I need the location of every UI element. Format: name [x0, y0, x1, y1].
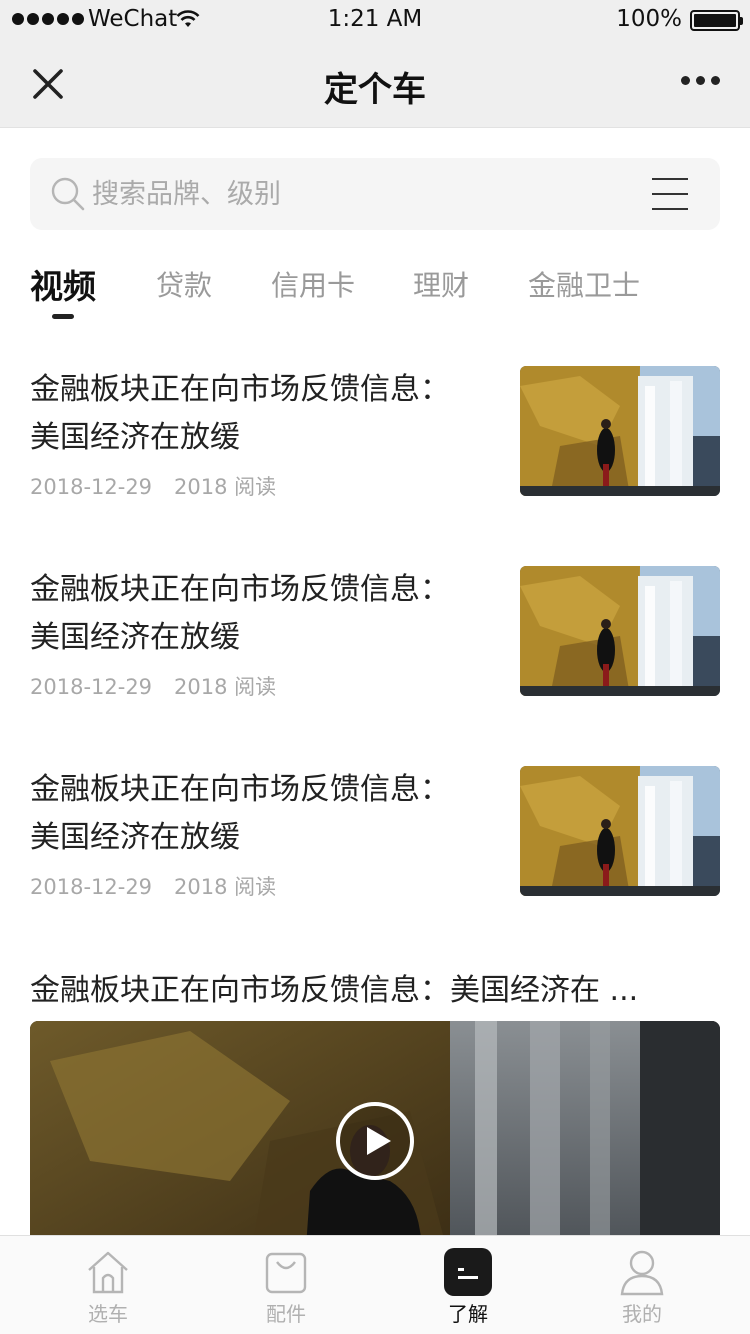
article-title: 金融板块正在向市场反馈信息：美国经济在放缓: [30, 372, 450, 455]
battery-percentage: 100%: [616, 6, 682, 32]
tab-bar-label: 配件: [266, 1302, 306, 1326]
article-item[interactable]: 金融板块正在向市场反馈信息：美国经济在放缓 2018-12-29 2018 阅读: [30, 366, 720, 501]
tab-loan[interactable]: 贷款: [156, 264, 212, 304]
article-date: 2018-12-29: [30, 475, 153, 499]
wifi-icon: [176, 10, 200, 27]
page-title: 定个车: [324, 70, 426, 110]
video-cover[interactable]: [30, 1021, 720, 1261]
play-icon[interactable]: [335, 1101, 415, 1181]
tab-credit-card[interactable]: 信用卡: [271, 264, 355, 304]
battery-icon: [690, 10, 743, 31]
search-input[interactable]: [92, 166, 632, 222]
carrier-name: WeChat: [88, 6, 178, 32]
article-item[interactable]: 金融板块正在向市场反馈信息：美国经济在放缓 2018-12-29 2018 阅读: [30, 766, 720, 901]
status-bar: WeChat 1:21 AM 100%: [0, 0, 750, 40]
article-meta: 2018-12-29 2018 阅读: [30, 671, 276, 701]
tab-bar-item-select-car[interactable]: 选车: [48, 1246, 168, 1332]
article-item[interactable]: 金融板块正在向市场反馈信息：美国经济在放缓 2018-12-29 2018 阅读: [30, 566, 720, 701]
search-icon: [51, 177, 85, 211]
tab-bar-label: 选车: [88, 1302, 128, 1326]
category-tabs: 视频 贷款 信用卡 理财 金融卫士: [30, 260, 730, 330]
article-reads: 2018 阅读: [174, 475, 277, 499]
close-icon[interactable]: [28, 64, 68, 104]
tab-bar-item-accessories[interactable]: 配件: [226, 1246, 346, 1332]
nav-bar: 定个车: [0, 40, 750, 128]
article-meta: 2018-12-29 2018 阅读: [30, 471, 276, 501]
search-bar: [30, 158, 720, 230]
article-title: 金融板块正在向市场反馈信息：美国经济在放缓: [30, 772, 450, 855]
article-thumbnail: [520, 366, 720, 496]
tab-finance-guard[interactable]: 金融卫士: [528, 264, 640, 304]
signal-strength-icon: [12, 13, 84, 25]
tab-bar-label: 我的: [622, 1302, 662, 1326]
tab-bar-item-learn[interactable]: 了解: [408, 1246, 528, 1332]
tab-wealth-management[interactable]: 理财: [413, 264, 469, 304]
user-icon: [620, 1250, 664, 1296]
article-thumbnail: [520, 766, 720, 896]
more-icon[interactable]: [681, 76, 720, 85]
info-icon: [444, 1248, 492, 1296]
home-icon: [88, 1251, 128, 1294]
shopping-bag-icon: [265, 1252, 307, 1294]
tab-bar-label: 了解: [448, 1302, 488, 1326]
article-date: 2018-12-29: [30, 675, 153, 699]
bottom-tab-bar: 选车 配件 了解 我的: [0, 1235, 750, 1334]
article-reads: 2018 阅读: [174, 875, 277, 899]
video-article-title[interactable]: 金融板块正在向市场反馈信息：美国经济在 ...: [30, 965, 720, 1009]
article-title: 金融板块正在向市场反馈信息：美国经济在放缓: [30, 572, 450, 655]
article-meta: 2018-12-29 2018 阅读: [30, 871, 276, 901]
article-thumbnail: [520, 566, 720, 696]
tab-bar-item-profile[interactable]: 我的: [582, 1246, 702, 1332]
article-reads: 2018 阅读: [174, 675, 277, 699]
active-tab-indicator: [52, 314, 74, 319]
tab-video[interactable]: 视频: [30, 260, 96, 308]
menu-icon[interactable]: [652, 178, 688, 210]
article-date: 2018-12-29: [30, 875, 153, 899]
